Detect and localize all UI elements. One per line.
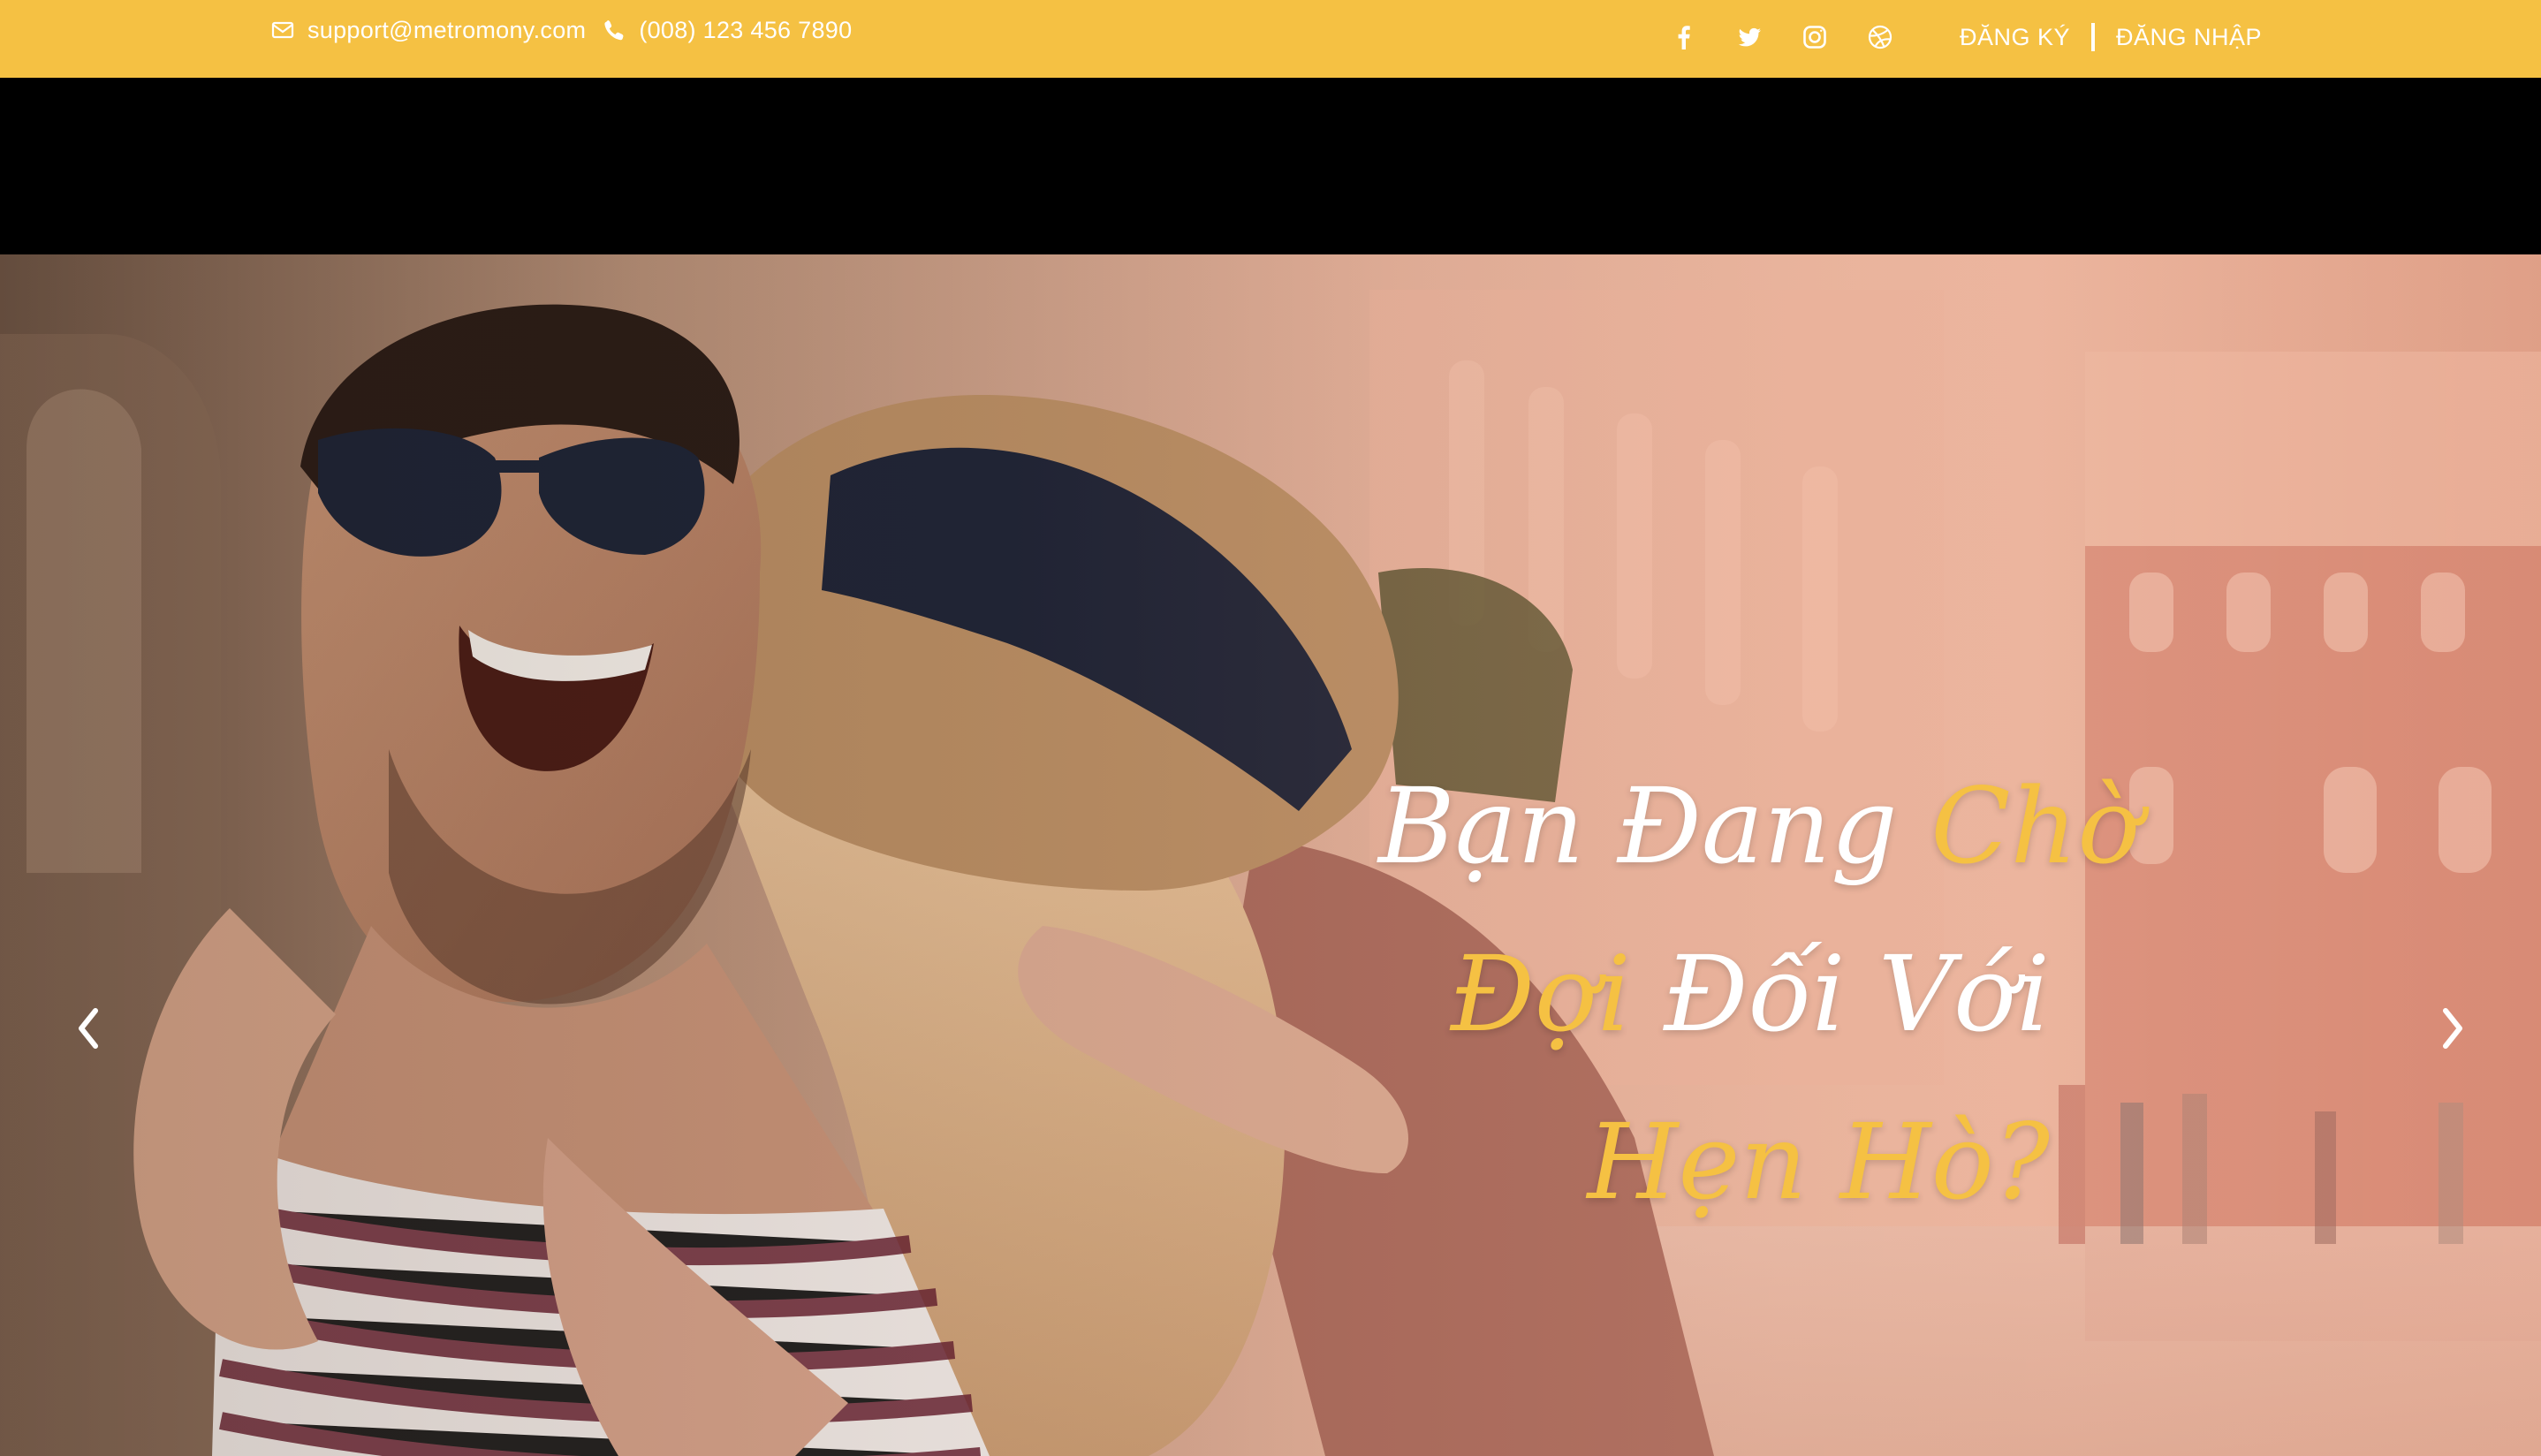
top-bar: support@metromony.com (008) 123 456 7890 xyxy=(0,0,2541,78)
auth-links: ĐĂNG KÝ ĐĂNG NHẬP xyxy=(1960,19,2262,55)
hero-headline: Bạn Đang Chờ Đợi Đối Với Hẹn Hò? xyxy=(1378,742,2141,1246)
dribbble-icon[interactable] xyxy=(1866,23,1894,51)
support-email-link[interactable]: support@metromony.com xyxy=(307,17,586,44)
twitter-icon[interactable] xyxy=(1735,23,1764,51)
instagram-icon[interactable] xyxy=(1801,23,1829,51)
headline-line-2-white: Đối Với xyxy=(1630,933,2050,1055)
hero-slider: Bạn Đang Chờ Đợi Đối Với Hẹn Hò? xyxy=(0,254,2541,1456)
auth-divider xyxy=(2091,23,2096,51)
chevron-left-icon xyxy=(71,1000,106,1057)
hero-overlay xyxy=(0,254,2541,1456)
headline-line-2-gold: Đợi xyxy=(1450,933,1631,1055)
headline-line-3: Hẹn Hò? xyxy=(1587,1101,2050,1223)
phone-icon xyxy=(602,18,626,42)
chevron-right-icon xyxy=(2435,1000,2470,1057)
slider-prev-button[interactable] xyxy=(67,997,110,1060)
headline-line-1-gold: Chờ xyxy=(1930,765,2141,887)
login-link[interactable]: ĐĂNG NHẬP xyxy=(2116,24,2262,51)
social-links xyxy=(1670,19,1931,55)
headline-line-1-white: Bạn Đang xyxy=(1378,765,1931,887)
facebook-icon[interactable] xyxy=(1670,23,1698,51)
slider-next-button[interactable] xyxy=(2431,997,2474,1060)
contact-info: support@metromony.com (008) 123 456 7890 xyxy=(270,12,852,48)
headline-line-1: Bạn Đang Chờ xyxy=(1378,742,2141,910)
headline-line-2: Đợi Đối Với xyxy=(1378,910,2050,1078)
envelope-icon xyxy=(270,18,295,42)
support-phone-link[interactable]: (008) 123 456 7890 xyxy=(639,17,852,44)
main-navigation-bar xyxy=(0,78,2541,254)
register-link[interactable]: ĐĂNG KÝ xyxy=(1960,24,2070,51)
